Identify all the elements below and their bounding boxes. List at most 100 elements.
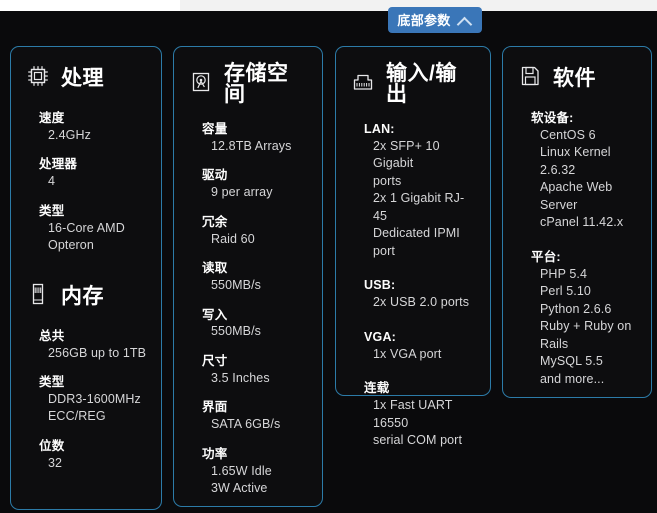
spec-item: 冗余 Raid 60 (188, 214, 308, 248)
spec-value: 3.5 Inches (211, 370, 270, 385)
spec-value: 256GB up to 1TB (48, 345, 147, 360)
spec-values: 2x SFP+ 10 Gigabit ports 2x 1 Gigabit RJ… (364, 138, 476, 261)
spec-value: Apache Web Server (540, 180, 613, 212)
spec-values: 550MB/s (202, 323, 308, 341)
spec-label: 尺寸 (202, 353, 228, 368)
spec-label: 总共 (39, 328, 65, 343)
card-header-memory: 内存 (25, 281, 147, 312)
spec-group: VGA: 1x VGA port (350, 329, 476, 363)
spec-values: CentOS 6 Linux Kernel 2.6.32 Apache Web … (531, 127, 637, 232)
chevron-up-icon (458, 16, 473, 25)
spec-value: 550MB/s (211, 324, 262, 339)
spec-values: 12.8TB Arrays (202, 138, 308, 156)
spec-item: 位数 32 (25, 438, 147, 472)
spec-item: 功率 1.65W Idle 3W Active (188, 446, 308, 498)
spec-value: Linux Kernel 2.6.32 (540, 145, 611, 177)
spec-values: 2x USB 2.0 ports (364, 294, 476, 312)
spec-values: 550MB/s (202, 277, 308, 295)
spec-item: 类型 16-Core AMD Opteron (25, 203, 147, 255)
spec-value: Python 2.6.6 (540, 301, 612, 316)
spec-label: 容量 (202, 122, 228, 136)
spec-value: 12.8TB Arrays (211, 138, 292, 153)
spec-value: 2x USB 2.0 ports (373, 295, 470, 310)
card-title-storage: 存储空间 (224, 62, 289, 106)
spec-group: 连载 1x Fast UART 16550 serial COM port (350, 380, 476, 449)
spec-label: VGA: (364, 329, 397, 344)
spec-cards-row: 处理 速度 2.4GHz 处理器 4 类型 16-Core AMD Optero… (0, 46, 657, 510)
spec-value: Dedicated IPMI port (373, 226, 460, 258)
spec-value: Ruby + Ruby on Rails (540, 319, 632, 351)
spec-value: ECC/REG (48, 409, 106, 424)
page-top-strip-left-inner (0, 0, 157, 11)
spec-values: 32 (39, 455, 147, 473)
floppy-disk-icon (517, 63, 543, 94)
spec-values: 256GB up to 1TB (39, 345, 147, 363)
spec-value: 550MB/s (211, 278, 262, 292)
spec-value: 9 per array (211, 185, 273, 200)
spec-values: 3.5 Inches (202, 370, 308, 388)
spec-value: 32 (48, 455, 63, 470)
spec-value: 3W Active (211, 481, 268, 495)
spec-label: LAN: (364, 122, 395, 136)
spec-values: PHP 5.4 Perl 5.10 Python 2.6.6 Ruby + Ru… (531, 266, 637, 389)
spec-values: 2.4GHz (39, 127, 147, 145)
spec-value: 2x SFP+ 10 Gigabit (373, 138, 440, 171)
spec-label: USB: (364, 278, 396, 293)
spec-label: 读取 (202, 261, 228, 276)
card-input-output: 输入/输出 LAN: 2x SFP+ 10 Gigabit ports 2x 1… (335, 46, 491, 447)
card-title-input-output: 输入/输出 (386, 62, 457, 106)
spec-values: 9 per array (202, 184, 308, 202)
card-header-processing: 处理 (25, 63, 147, 94)
hard-disk-icon (188, 69, 214, 100)
spec-value: DDR3-1600MHz (48, 391, 141, 406)
card-header-software: 软件 (517, 63, 637, 94)
spec-value: CentOS 6 (540, 127, 596, 142)
spec-label: 冗余 (202, 214, 228, 229)
ethernet-port-icon (350, 69, 376, 100)
spec-value: 1.65W Idle (211, 463, 272, 478)
spec-item: 类型 DDR3-1600MHz ECC/REG (25, 374, 147, 426)
spec-value: ports (373, 173, 402, 188)
spec-group: LAN: 2x SFP+ 10 Gigabit ports 2x 1 Gigab… (350, 121, 476, 260)
spec-value: 16-Core AMD (48, 220, 125, 235)
spec-value: 4 (48, 174, 56, 189)
spec-values: DDR3-1600MHz ECC/REG (39, 391, 147, 426)
spec-value: Raid 60 (211, 231, 255, 246)
spec-item: 尺寸 3.5 Inches (188, 353, 308, 387)
spec-group: 平台: PHP 5.4 Perl 5.10 Python 2.6.6 Ruby … (517, 249, 637, 388)
card-processing-memory: 处理 速度 2.4GHz 处理器 4 类型 16-Core AMD Optero… (10, 46, 162, 510)
spec-value: 1x Fast UART 16550 (373, 398, 453, 430)
card-title-memory: 内存 (61, 284, 104, 308)
spec-item: 读取 550MB/s (188, 260, 308, 294)
spec-values: 16-Core AMD Opteron (39, 220, 147, 255)
bottom-parameters-toggle-button[interactable]: 底部参数 (388, 7, 482, 33)
spec-label: 连载 (364, 381, 390, 396)
spec-value: MySQL 5.5 (540, 354, 603, 369)
spec-label: 软设备: (531, 111, 574, 125)
spec-label: 位数 (39, 438, 65, 453)
spec-value: 2x 1 Gigabit RJ-45 (373, 191, 465, 223)
spec-label: 写入 (202, 307, 228, 322)
spec-panel: 底部参数 处理 速度 2.4GHz 处理器 4 类型 16-Core AMD O… (0, 0, 657, 513)
spec-item: 写入 550MB/s (188, 307, 308, 341)
card-storage: 存储空间 容量 12.8TB Arrays 驱动 9 per array 冗余 … (173, 46, 323, 507)
spec-label: 类型 (39, 375, 65, 389)
card-title-software: 软件 (553, 67, 596, 90)
spec-item: 总共 256GB up to 1TB (25, 328, 147, 362)
card-software: 软件 软设备: CentOS 6 Linux Kernel 2.6.32 Apa… (502, 46, 652, 398)
spec-label: 功率 (202, 446, 228, 461)
spec-value: cPanel 11.42.x (540, 215, 624, 230)
spec-values: 1.65W Idle 3W Active (202, 463, 308, 498)
card-title-processing: 处理 (61, 67, 104, 90)
spec-item: 容量 12.8TB Arrays (188, 121, 308, 155)
spec-values: Raid 60 (202, 231, 308, 249)
spec-item: 处理器 4 (25, 156, 147, 190)
spec-value: Opteron (48, 238, 94, 253)
spec-label: 界面 (202, 400, 228, 415)
spec-item: 驱动 9 per array (188, 167, 308, 201)
spec-item: 速度 2.4GHz (25, 110, 147, 144)
spec-group: 软设备: CentOS 6 Linux Kernel 2.6.32 Apache… (517, 110, 637, 232)
spec-values: 1x Fast UART 16550 serial COM port (364, 397, 476, 450)
spec-values: SATA 6GB/s (202, 416, 308, 434)
card-header-storage: 存储空间 (188, 63, 308, 105)
